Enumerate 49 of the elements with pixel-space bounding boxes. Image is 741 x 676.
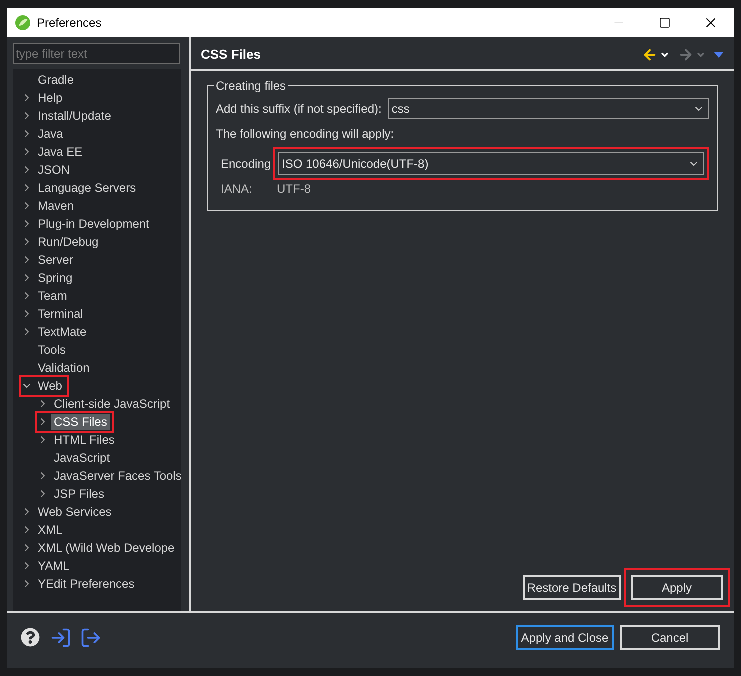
leaf-logo-icon (15, 14, 31, 30)
tree-item[interactable]: Web (35, 378, 66, 394)
encoding-note: The following encoding will apply: (216, 126, 396, 143)
dialog-button[interactable]: Apply and Close (516, 625, 614, 650)
suffix-dropdown[interactable]: css (388, 98, 709, 119)
tree-item[interactable]: XML (35, 522, 66, 538)
encoding-dropdown[interactable]: ISO 10646/Unicode(UTF-8) (278, 152, 704, 175)
tree-item[interactable]: Validation (35, 360, 93, 376)
dialog-button[interactable]: Cancel (620, 625, 720, 650)
help-icon[interactable] (21, 628, 40, 647)
encoding-label: Encoding (221, 156, 272, 172)
tree-item[interactable]: Help (35, 90, 66, 106)
tree-item[interactable]: JavaScript (51, 450, 114, 466)
tree-item[interactable]: Tools (35, 342, 70, 358)
tree-item[interactable]: Server (35, 252, 76, 268)
tree-item[interactable]: TextMate (35, 324, 90, 340)
tree-item[interactable]: Maven (35, 198, 78, 214)
tree-item[interactable]: JSP Files (51, 486, 108, 502)
tree-item[interactable]: Plug-in Development (35, 216, 152, 232)
dialog-button[interactable]: Apply (631, 575, 723, 600)
iana-value: UTF-8 (277, 181, 311, 198)
import-icon[interactable] (50, 626, 72, 648)
tree-item[interactable]: JavaServer Faces Tools (51, 468, 181, 484)
iana-label: IANA: (221, 181, 254, 198)
tree-item[interactable]: Gradle (35, 72, 78, 88)
tree-item[interactable]: Run/Debug (35, 234, 102, 250)
tree-item[interactable]: Web Services (35, 504, 115, 520)
caret-icon[interactable] (660, 50, 670, 60)
tree-item[interactable]: Terminal (35, 306, 86, 322)
dialog-button[interactable]: Restore Defaults (523, 575, 621, 600)
filter-field[interactable]: type filter text (13, 43, 180, 64)
tree-item[interactable]: Language Servers (35, 180, 140, 196)
tree-item[interactable]: Client-side JavaScript (51, 396, 174, 412)
tree-item[interactable]: Spring (35, 270, 76, 286)
export-icon[interactable] (80, 626, 102, 648)
tree-item[interactable]: Install/Update (35, 108, 114, 124)
menu-triangle-icon[interactable] (714, 52, 724, 58)
tree-item[interactable]: JSON (35, 162, 74, 178)
tree-item[interactable]: Team (35, 288, 70, 304)
tree-item[interactable]: YAML (35, 558, 73, 574)
suffix-label: Add this suffix (if not specified): (216, 100, 382, 118)
tree-item[interactable]: YEdit Preferences (35, 576, 138, 592)
window-title: Preferences (37, 14, 102, 32)
tree-item[interactable]: Java (35, 126, 66, 142)
tree-item[interactable]: HTML Files (51, 432, 118, 448)
tree-item[interactable]: Java EE (35, 144, 86, 160)
tree-item[interactable]: XML (Wild Web Develope (35, 540, 178, 556)
tree-item[interactable]: CSS Files (51, 414, 110, 430)
page-title: CSS Files (201, 46, 261, 64)
